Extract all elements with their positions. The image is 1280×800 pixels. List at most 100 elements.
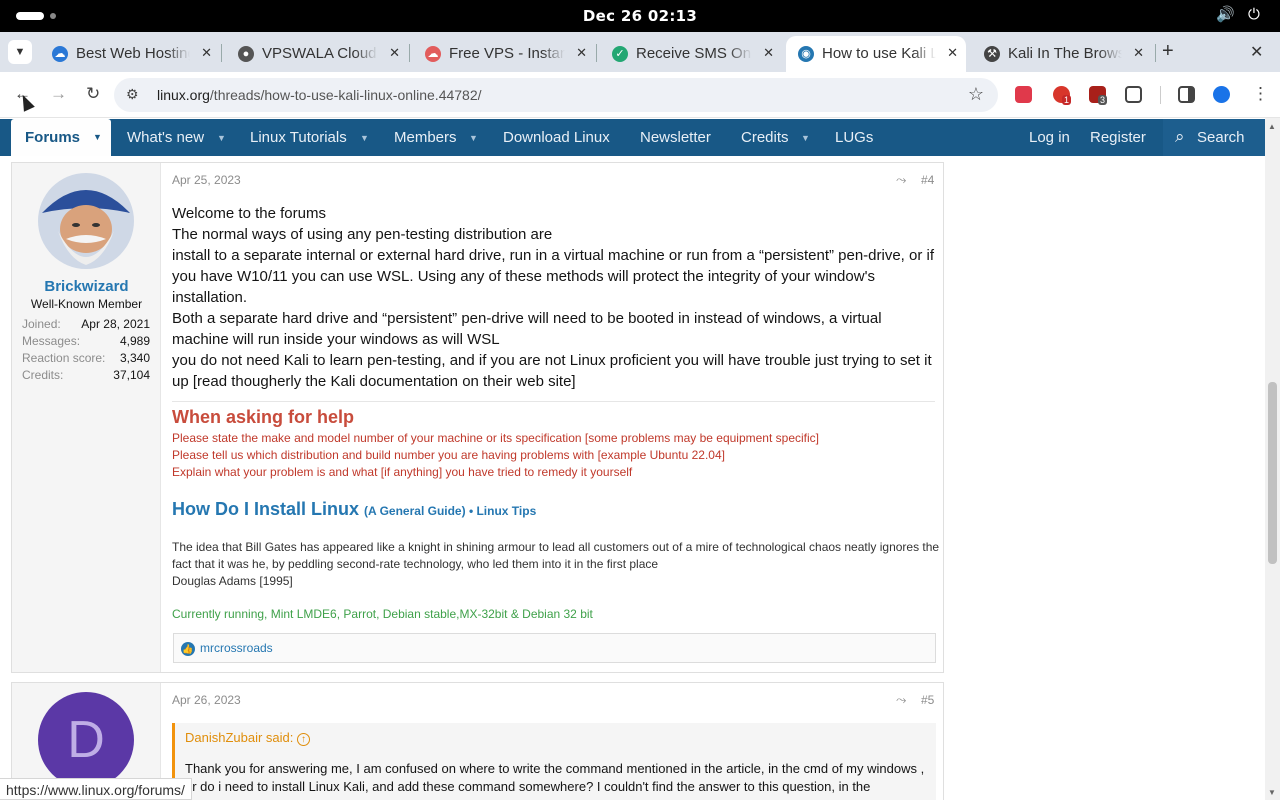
signature-help-line: Please state the make and model number o… bbox=[172, 431, 819, 445]
check-favicon-icon: ✓ bbox=[612, 46, 628, 62]
tab-title: VPSWALA Cloud bbox=[262, 45, 377, 62]
chevron-down-icon[interactable]: ▼ bbox=[93, 132, 102, 142]
tab-how-to-use-kali-linux[interactable]: ◉ How to use Kali Linux ✕ bbox=[786, 36, 966, 72]
post-number[interactable]: #5 bbox=[921, 693, 934, 707]
avatar[interactable] bbox=[38, 173, 134, 269]
author-stat-reaction-score: Reaction score: 3,340 bbox=[22, 351, 150, 365]
signature-help-line: Please tell us which distribution and bu… bbox=[172, 448, 725, 462]
quote-block: DanishZubair said: ↑ Thank you for answe… bbox=[172, 723, 936, 800]
tab-best-web-hosting[interactable]: ☁ Best Web Hosting ✕ bbox=[40, 36, 220, 72]
nav-forums-label: Forums bbox=[25, 129, 81, 146]
globe-favicon-icon: ● bbox=[238, 46, 254, 62]
tools-favicon-icon: ⚒ bbox=[984, 46, 1000, 62]
nav-newsletter[interactable]: Newsletter bbox=[640, 129, 711, 146]
bookmark-star-icon[interactable]: ☆ bbox=[968, 84, 984, 105]
extension-shield-icon[interactable]: 1 bbox=[1053, 86, 1072, 105]
nav-lugs[interactable]: LUGs bbox=[835, 129, 873, 146]
signature-help-line: Explain what your problem is and what [i… bbox=[172, 465, 633, 479]
nav-search-button[interactable]: ⌕ Search bbox=[1163, 119, 1265, 156]
post-date[interactable]: Apr 25, 2023 bbox=[172, 173, 241, 187]
search-icon: ⌕ bbox=[1175, 127, 1185, 146]
power-icon[interactable]: ⏻ bbox=[1248, 5, 1260, 23]
scrollbar-thumb[interactable] bbox=[1268, 382, 1277, 564]
extension-red-play-icon[interactable] bbox=[1015, 86, 1032, 103]
reaction-bar: 👍 mrcrossroads bbox=[173, 633, 936, 663]
share-icon[interactable]: ⤳ bbox=[896, 692, 906, 708]
author-stat-credits: Credits: 37,104 bbox=[22, 368, 150, 382]
tab-search-chevron-down-icon[interactable]: ▼ bbox=[8, 40, 32, 64]
tab-title: Best Web Hosting bbox=[76, 45, 190, 62]
post-line: Welcome to the forums bbox=[172, 205, 326, 222]
cloud-favicon-icon: ☁ bbox=[52, 46, 68, 62]
arrow-up-circle-icon: ↑ bbox=[297, 733, 311, 746]
author-stat-joined: Joined: Apr 28, 2021 bbox=[22, 317, 150, 331]
tab-title: Free VPS - Instant bbox=[449, 45, 565, 62]
install-linux-link[interactable]: How Do I Install Linux (A General Guide)… bbox=[172, 499, 536, 520]
close-tab-icon[interactable]: ✕ bbox=[389, 45, 400, 61]
tab-kali-in-the-browser[interactable]: ⚒ Kali In The Browser ✕ bbox=[972, 36, 1152, 72]
nav-linux-tutorials[interactable]: Linux Tutorials bbox=[250, 129, 347, 146]
browser-menu-icon[interactable]: ⋮ bbox=[1252, 84, 1269, 104]
extension-badge: 1 bbox=[1062, 95, 1072, 105]
quote-author-link[interactable]: DanishZubair said: ↑ bbox=[185, 730, 311, 746]
share-icon[interactable]: ⤳ bbox=[896, 172, 906, 188]
post-author-sidebar: Brickwizard Well-Known Member Joined: Apr… bbox=[12, 163, 161, 672]
tab-receive-sms[interactable]: ✓ Receive SMS Online ✕ bbox=[600, 36, 782, 72]
extensions-puzzle-icon[interactable] bbox=[1125, 86, 1142, 103]
side-panel-icon[interactable] bbox=[1178, 86, 1195, 103]
tab-free-vps[interactable]: ☁ Free VPS - Instant ✕ bbox=[413, 36, 595, 72]
address-bar[interactable]: ⚙ linux.org/threads/how-to-use-kali-linu… bbox=[114, 78, 998, 112]
extension-ublock-icon[interactable]: 3 bbox=[1089, 86, 1108, 105]
window-close-icon[interactable]: ✕ bbox=[1250, 42, 1263, 62]
nav-whats-new[interactable]: What's new bbox=[127, 129, 204, 146]
signature-help-heading: When asking for help bbox=[172, 407, 355, 427]
post-4: Brickwizard Well-Known Member Joined: Apr… bbox=[11, 162, 944, 673]
browser-toolbar: ← → ↻ ⚙ linux.org/threads/how-to-use-kal… bbox=[0, 72, 1280, 118]
page-scrollbar[interactable]: ▲ ▼ bbox=[1265, 118, 1280, 800]
tab-title: How to use Kali Linux bbox=[822, 45, 936, 62]
close-tab-icon[interactable]: ✕ bbox=[1133, 45, 1144, 61]
chevron-down-icon[interactable]: ▼ bbox=[360, 133, 369, 143]
reaction-user-link[interactable]: mrcrossroads bbox=[200, 641, 273, 655]
nav-search-label: Search bbox=[1197, 129, 1245, 146]
link-status-bar: https://www.linux.org/forums/ bbox=[0, 778, 192, 800]
post-number[interactable]: #4 bbox=[921, 173, 934, 187]
tab-title: Receive SMS Online bbox=[636, 45, 752, 62]
avatar[interactable]: D bbox=[38, 692, 134, 788]
post-date[interactable]: Apr 26, 2023 bbox=[172, 693, 241, 707]
nav-forums-tab[interactable]: Forums ▼ bbox=[11, 119, 111, 156]
close-tab-icon[interactable]: ✕ bbox=[947, 45, 958, 61]
close-tab-icon[interactable]: ✕ bbox=[576, 45, 587, 61]
volume-icon[interactable]: 🔊 bbox=[1216, 5, 1235, 23]
tab-vpswala-cloud[interactable]: ● VPSWALA Cloud ✕ bbox=[226, 36, 408, 72]
url-domain: linux.org bbox=[157, 87, 210, 103]
reload-icon[interactable]: ↻ bbox=[86, 84, 100, 104]
nav-credits[interactable]: Credits bbox=[741, 129, 789, 146]
chevron-down-icon[interactable]: ▼ bbox=[801, 133, 810, 143]
signature-running: Currently running, Mint LMDE6, Parrot, D… bbox=[172, 607, 593, 621]
post-line: install to a separate internal or extern… bbox=[172, 247, 935, 306]
close-tab-icon[interactable]: ✕ bbox=[201, 45, 212, 61]
site-info-tune-icon[interactable]: ⚙ bbox=[126, 86, 139, 103]
profile-avatar-icon[interactable] bbox=[1213, 86, 1230, 103]
site-navigation: Forums ▼ What's new ▼ Linux Tutorials ▼ … bbox=[0, 119, 1265, 156]
address-url[interactable]: linux.org/threads/how-to-use-kali-linux-… bbox=[157, 87, 482, 103]
post-line: The normal ways of using any pen-testing… bbox=[172, 226, 553, 243]
post-message: Welcome to the forums The normal ways of… bbox=[172, 203, 936, 392]
chevron-down-icon[interactable]: ▼ bbox=[469, 133, 478, 143]
chevron-down-icon[interactable]: ▼ bbox=[217, 133, 226, 143]
signature-quote: The idea that Bill Gates has appeared li… bbox=[172, 540, 940, 571]
close-tab-icon[interactable]: ✕ bbox=[763, 45, 774, 61]
nav-members[interactable]: Members bbox=[394, 129, 457, 146]
author-name[interactable]: Brickwizard bbox=[12, 278, 161, 295]
forward-arrow-icon[interactable]: → bbox=[50, 84, 67, 104]
nav-download-linux[interactable]: Download Linux bbox=[503, 129, 610, 146]
linux-org-favicon-icon: ◉ bbox=[798, 46, 814, 62]
tab-title: Kali In The Browser bbox=[1008, 45, 1122, 62]
nav-log-in[interactable]: Log in bbox=[1029, 129, 1070, 146]
post-line: you do not need Kali to learn pen-testin… bbox=[172, 352, 932, 390]
like-icon: 👍 bbox=[181, 642, 195, 656]
new-tab-plus-icon[interactable]: + bbox=[1162, 40, 1174, 63]
system-clock[interactable]: Dec 26 02:13 bbox=[0, 7, 1280, 25]
nav-register[interactable]: Register bbox=[1090, 129, 1146, 146]
